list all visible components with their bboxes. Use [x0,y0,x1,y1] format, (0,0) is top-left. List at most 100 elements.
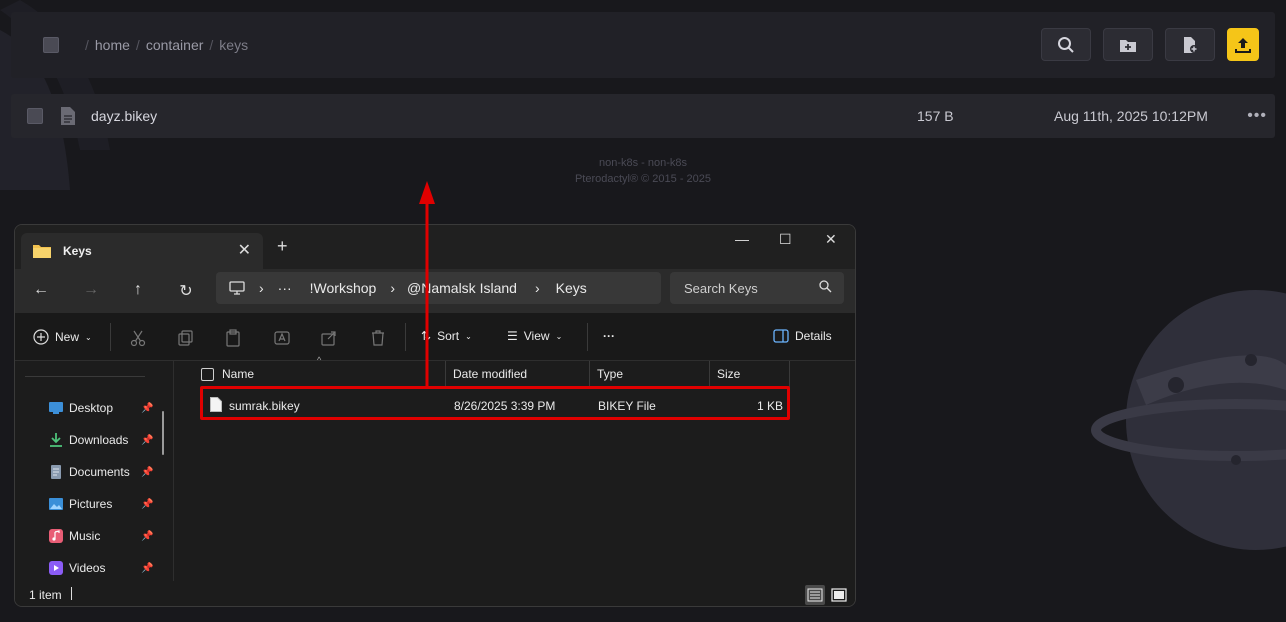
videos-icon [49,561,63,575]
details-view-button[interactable] [805,585,825,605]
breadcrumb: / home / container / keys [85,37,248,53]
command-bar: New ⌄ ⇅ Sort ⌄ ☰ View ⌄ ··· Details [15,313,855,361]
refresh-icon[interactable]: ↻ [176,281,196,301]
navigation-bar: ← → ↑ ↻ › ··· !Workshop › @Namalsk Islan… [15,269,855,313]
tiles-view-icon [831,588,847,602]
folder-plus-icon [1120,39,1136,52]
up-arrow-icon[interactable]: ↑ [128,281,148,301]
view-lines-icon: ☰ [507,329,518,343]
status-bar: 1 item [15,581,855,606]
close-window-icon[interactable]: ✕ [825,231,837,248]
close-tab-icon[interactable]: ✕ [238,240,251,260]
column-type[interactable]: Type [597,361,623,387]
sidebar-item-documents[interactable]: Documents 📌 [49,465,153,479]
navigation-pane: Desktop 📌 Downloads 📌 Documents 📌 Pictur… [15,361,175,581]
chevron-right-icon: › [534,280,540,296]
view-button[interactable]: ☰ View ⌄ [507,329,562,343]
upload-icon [1235,37,1251,53]
forward-arrow-icon[interactable]: → [81,281,101,301]
highlight-box [200,386,790,420]
delete-icon[interactable] [369,329,387,347]
new-file-button[interactable] [1165,28,1215,61]
share-icon[interactable] [320,329,338,347]
maximize-icon[interactable]: ☐ [779,231,792,248]
tiles-view-button[interactable] [829,585,849,605]
upload-button[interactable] [1227,28,1259,61]
search-box[interactable]: Search Keys [670,272,844,304]
address-bar[interactable]: › ··· !Workshop › @Namalsk Island › Keys [216,272,661,304]
breadcrumb-keys: keys [219,37,249,53]
pin-icon[interactable]: 📌 [141,467,153,478]
chevron-right-icon: › [390,280,396,296]
new-folder-button[interactable] [1103,28,1153,61]
address-keys[interactable]: Keys [556,280,587,296]
sort-button[interactable]: ⇅ Sort ⌄ [421,329,472,343]
new-button[interactable]: New ⌄ [33,329,92,345]
details-button[interactable]: Details [773,329,832,343]
document-icon [51,465,61,479]
tab-keys[interactable]: Keys ✕ [21,233,263,269]
panel-footer: non-k8s - non-k8s Pterodactyl® © 2015 - … [0,155,1286,187]
breadcrumb-separator: / [85,37,89,53]
sort-arrows-icon: ⇅ [421,329,432,343]
folder-icon [33,245,51,258]
item-count: 1 item [29,588,62,602]
sidebar-label: Documents [69,465,130,479]
sort-caret-icon: ^ [317,355,322,365]
select-all-checkbox[interactable] [201,361,214,387]
pin-icon[interactable]: 📌 [141,563,153,574]
file-size: 157 B [917,108,954,124]
chevron-down-icon: ⌄ [85,332,92,342]
file-row[interactable]: dayz.bikey 157 B Aug 11th, 2025 10:12PM … [11,94,1275,138]
sidebar-label: Music [69,529,101,543]
address-workshop[interactable]: !Workshop [310,280,377,296]
column-date-modified[interactable]: Date modified [453,361,527,387]
pin-icon[interactable]: 📌 [141,403,153,414]
file-actions-menu[interactable]: ••• [1247,107,1267,125]
breadcrumb-container[interactable]: container [146,37,204,53]
details-pane-icon [773,329,789,343]
breadcrumb-home[interactable]: home [95,37,130,53]
address-namalsk[interactable]: @Namalsk Island [407,280,517,296]
column-size[interactable]: Size [717,361,740,387]
search-icon [1058,36,1074,53]
rename-icon[interactable] [273,329,291,347]
sidebar-item-pictures[interactable]: Pictures 📌 [49,497,153,511]
more-options-button[interactable]: ··· [603,329,615,343]
details-label: Details [795,329,832,343]
back-arrow-icon[interactable]: ← [31,281,51,301]
pin-icon[interactable]: 📌 [141,531,153,542]
tab-label: Keys [63,244,92,258]
pin-icon[interactable]: 📌 [141,499,153,510]
planet-decoration [1091,290,1286,550]
sidebar-item-desktop[interactable]: Desktop 📌 [49,401,153,415]
chevron-down-icon: ⌄ [465,331,472,341]
file-plus-icon [1184,36,1198,53]
search-button[interactable] [1041,28,1091,61]
copy-icon[interactable] [177,329,195,347]
paste-icon[interactable] [224,329,242,347]
sort-label: Sort [437,329,460,343]
download-icon [50,433,62,447]
select-all-checkbox[interactable] [43,37,59,53]
breadcrumb-separator: / [135,37,140,53]
file-checkbox[interactable] [27,108,43,124]
sidebar-item-videos[interactable]: Videos 📌 [49,561,153,575]
cut-icon[interactable] [129,329,147,347]
sidebar-label: Downloads [69,433,129,447]
view-label: View [523,329,550,343]
minimize-icon[interactable]: — [735,231,749,247]
sidebar-item-downloads[interactable]: Downloads 📌 [49,433,153,447]
new-tab-button[interactable]: + [277,236,288,257]
file-manager-toolbar: / home / container / keys [11,12,1275,78]
sidebar-item-music[interactable]: Music 📌 [49,529,153,543]
file-name[interactable]: dayz.bikey [91,108,157,124]
list-view-icon [807,588,823,602]
sidebar-scrollbar[interactable] [162,411,164,455]
music-icon [49,529,63,543]
column-name[interactable]: Name [222,361,254,387]
pin-icon[interactable]: 📌 [141,435,153,446]
sidebar-label: Videos [69,561,106,575]
desktop-icon [49,402,63,414]
address-overflow[interactable]: ··· [278,280,292,296]
